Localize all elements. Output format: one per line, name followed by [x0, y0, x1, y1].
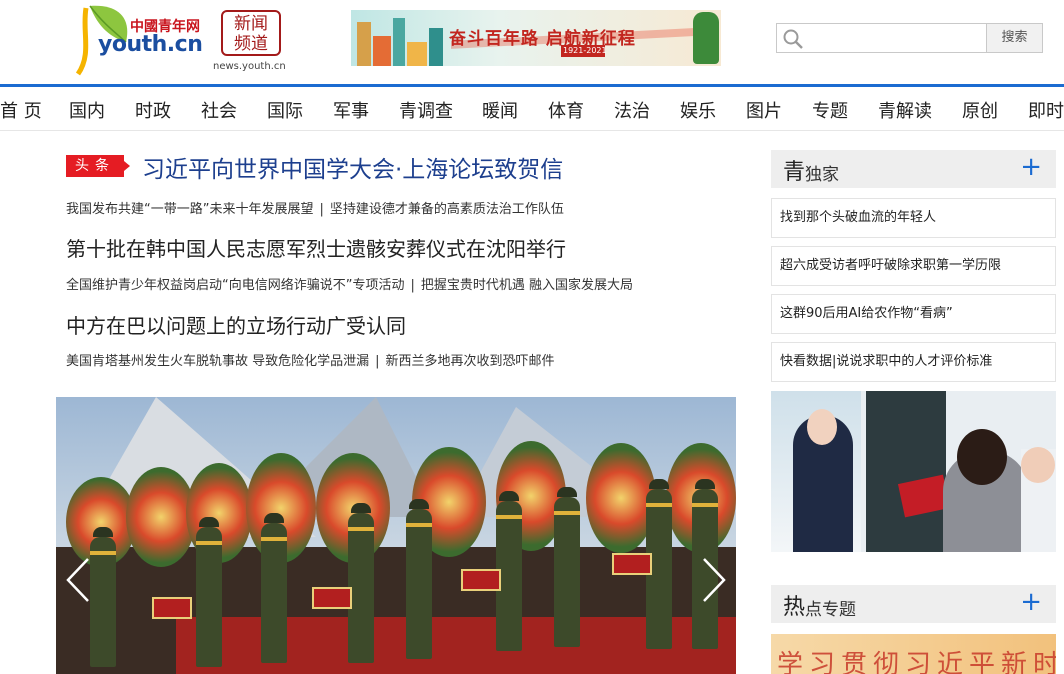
nav-item-sports[interactable]: 体育	[548, 97, 584, 123]
hot-topics-header-small: 点专题	[805, 600, 856, 620]
honor-guard-soldier	[554, 487, 580, 647]
banner-building	[407, 42, 427, 66]
sub-news-link[interactable]: 坚持建设德才兼备的高素质法治工作队伍	[330, 202, 564, 217]
nav-item-instant[interactable]: 即时	[1028, 97, 1064, 123]
photo-face	[807, 409, 837, 445]
channel-badge-line2: 频道	[234, 34, 268, 54]
photo-shelf	[866, 391, 946, 552]
banner-vegetable-decoration	[693, 12, 719, 64]
separator: |	[410, 278, 415, 293]
remains-casket	[461, 569, 501, 591]
honor-guard-soldier	[406, 499, 432, 659]
headline-2-link[interactable]: 第十批在韩中国人民志愿军烈士遗骸安葬仪式在沈阳举行	[66, 233, 566, 262]
subline-2: 全国维护青少年权益岗启动“向电信网络诈骗说不”专项活动 | 把握宝贵时代机遇 融入国…	[66, 274, 633, 293]
photo-hair	[957, 429, 1007, 485]
honor-guard-soldier	[261, 513, 287, 663]
nav-item-youth-survey[interactable]: 青调查	[399, 97, 453, 123]
photo-carousel[interactable]	[56, 397, 736, 674]
search-input[interactable]	[776, 23, 987, 53]
sub-news-link[interactable]: 美国肯塔基州发生火车脱轨事故 导致危险化学品泄漏	[66, 354, 369, 369]
exclusive-item[interactable]: 这群90后用AI给农作物“看病”	[771, 294, 1056, 334]
banner-building	[373, 36, 391, 66]
exclusive-item[interactable]: 超六成受访者呼吁破除求职第一学历限	[771, 246, 1056, 286]
banner-title: 奋斗百年路 启航新征程	[449, 29, 636, 49]
hot-topic-banner-text: 学习贯彻习近平新时代	[777, 650, 1056, 674]
subline-3: 美国肯塔基州发生火车脱轨事故 导致危险化学品泄漏 | 新西兰多地再次收到恐吓邮件	[66, 350, 555, 369]
exclusive-item[interactable]: 找到那个头破血流的年轻人	[771, 198, 1056, 238]
sub-news-link[interactable]: 我国发布共建“一带一路”未来十年发展展望	[66, 202, 313, 217]
remains-casket	[612, 553, 652, 575]
carousel-prev-icon[interactable]	[62, 555, 96, 605]
hot-topics-header-big: 热	[783, 595, 806, 620]
honor-guard-soldier	[196, 517, 222, 667]
exclusive-section-header: 青 独家 +	[771, 150, 1056, 188]
exclusive-item[interactable]: 快看数据|说说求职中的人才评价标准	[771, 342, 1056, 382]
subline-1: 我国发布共建“一带一路”未来十年发展展望 | 坚持建设德才兼备的高素质法治工作队伍	[66, 198, 564, 217]
exclusive-header-big: 青	[783, 160, 806, 185]
main-nav: 首 页 国内 时政 社会 国际 军事 青调查 暖闻 体育 法治 娱乐 图片 专题…	[0, 88, 1064, 131]
site-logo[interactable]: 中國青年网 youth.cn news.youth.cn 新闻 频道	[76, 2, 288, 76]
search-icon	[783, 29, 803, 49]
nav-item-military[interactable]: 军事	[333, 97, 369, 123]
remains-casket	[152, 597, 192, 619]
sub-news-link[interactable]: 新西兰多地再次收到恐吓邮件	[386, 354, 555, 369]
sub-news-link[interactable]: 把握宝贵时代机遇 融入国家发展大局	[421, 278, 633, 293]
nav-item-domestic[interactable]: 国内	[69, 97, 105, 123]
search-button[interactable]: 搜索	[986, 23, 1043, 53]
nav-item-warm-news[interactable]: 暖闻	[482, 97, 518, 123]
sub-news-link[interactable]: 全国维护青少年权益岗启动“向电信网络诈骗说不”专项活动	[66, 278, 404, 293]
separator: |	[375, 354, 380, 369]
header-banner-ad[interactable]: 奋斗百年路 启航新征程 1921-2021	[351, 10, 721, 66]
banner-building	[429, 28, 443, 66]
headline-tag: 头条	[66, 155, 124, 177]
sidebar-photo[interactable]	[771, 391, 1056, 552]
headline-tag-arrow	[124, 161, 130, 171]
hot-topics-more-plus-icon[interactable]: +	[1020, 587, 1042, 617]
hot-topic-banner[interactable]: 学习贯彻习近平新时代	[771, 634, 1056, 674]
exclusive-more-plus-icon[interactable]: +	[1020, 152, 1042, 182]
nav-item-entertainment[interactable]: 娱乐	[680, 97, 716, 123]
channel-badge-line1: 新闻	[234, 14, 268, 34]
exclusive-header-small: 独家	[805, 165, 839, 185]
photo-face	[1021, 447, 1055, 483]
banner-building	[357, 22, 371, 66]
nav-item-home[interactable]: 首 页	[0, 97, 42, 123]
remains-casket	[312, 587, 352, 609]
logo-domain-text: news.youth.cn	[213, 61, 286, 72]
nav-item-topics[interactable]: 专题	[812, 97, 848, 123]
banner-building	[393, 18, 405, 66]
nav-item-original[interactable]: 原创	[962, 97, 998, 123]
nav-accent-line	[0, 84, 1064, 87]
nav-item-photos[interactable]: 图片	[746, 97, 782, 123]
news-channel-badge: 新闻 频道	[221, 10, 281, 56]
nav-item-law[interactable]: 法治	[614, 97, 650, 123]
site-header: 中國青年网 youth.cn news.youth.cn 新闻 频道 奋斗百年路…	[0, 0, 1064, 84]
logo-english-text: youth.cn	[98, 32, 203, 57]
nav-item-politics[interactable]: 时政	[135, 97, 171, 123]
hot-topics-section-header: 热 点专题 +	[771, 585, 1056, 623]
nav-item-society[interactable]: 社会	[201, 97, 237, 123]
banner-years: 1921-2021	[563, 46, 607, 55]
carousel-next-icon[interactable]	[696, 555, 730, 605]
headline-3-link[interactable]: 中方在巴以问题上的立场行动广受认同	[66, 310, 406, 339]
nav-item-international[interactable]: 国际	[267, 97, 303, 123]
top-headline-link[interactable]: 习近平向世界中国学大会·上海论坛致贺信	[142, 150, 563, 184]
nav-item-youth-interpret[interactable]: 青解读	[878, 97, 932, 123]
separator: |	[319, 202, 324, 217]
